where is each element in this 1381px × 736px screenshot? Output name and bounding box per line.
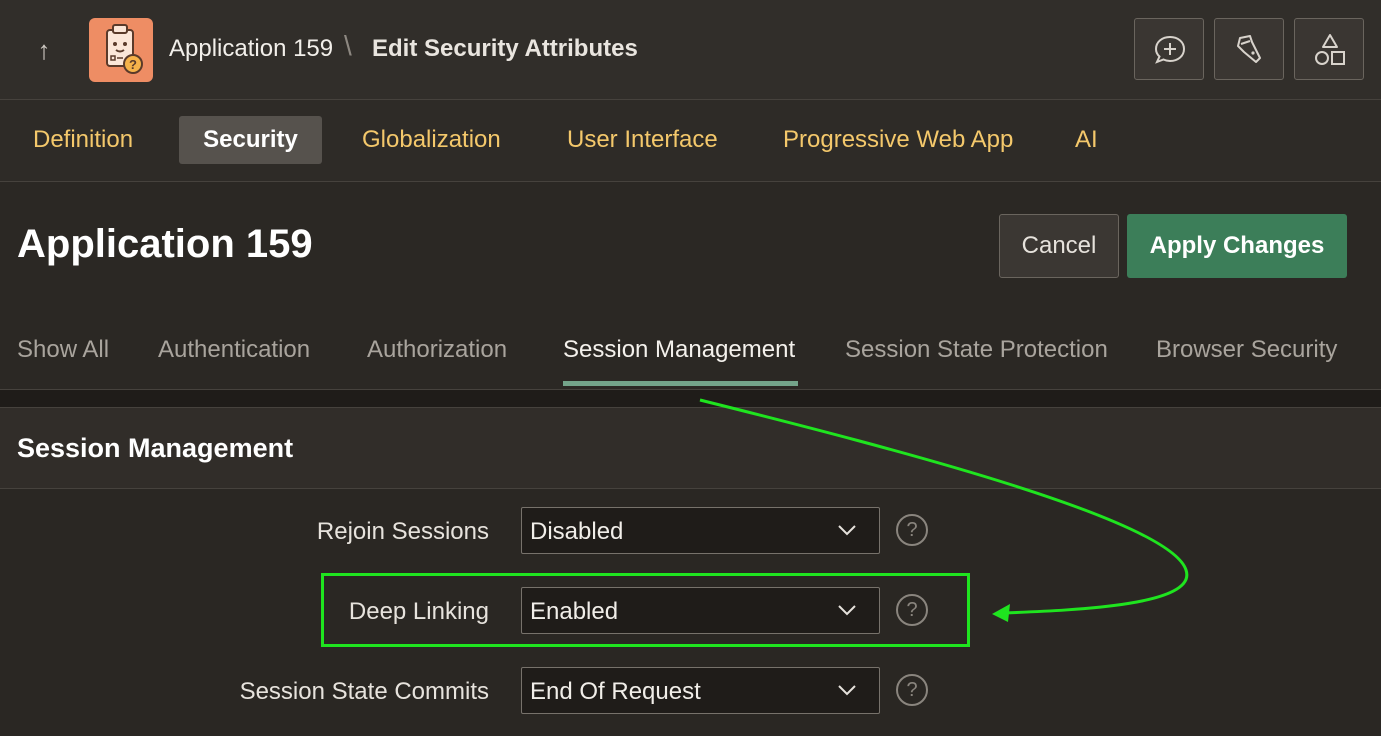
shapes-icon bbox=[1315, 34, 1345, 65]
tab-progressive-web-app[interactable]: Progressive Web App bbox=[759, 116, 1037, 164]
chevron-down-icon bbox=[838, 605, 856, 616]
rejoin-sessions-value: Disabled bbox=[530, 518, 624, 545]
tab-authentication[interactable]: Authentication bbox=[158, 336, 310, 364]
flashlight-icon bbox=[1237, 35, 1261, 63]
tab-ai[interactable]: AI bbox=[1051, 116, 1122, 164]
region-title: Session Management bbox=[17, 433, 294, 463]
rejoin-sessions-label: Rejoin Sessions bbox=[316, 518, 489, 545]
session-state-commits-select[interactable]: End Of Request bbox=[521, 667, 880, 714]
divider bbox=[0, 390, 1381, 407]
region-header: Session Management bbox=[0, 407, 1381, 489]
rejoin-sessions-select[interactable]: Disabled bbox=[521, 507, 880, 554]
apply-changes-button[interactable]: Apply Changes bbox=[1127, 214, 1347, 278]
tab-definition[interactable]: Definition bbox=[9, 116, 157, 164]
shapes-button[interactable] bbox=[1294, 18, 1364, 80]
tab-session-state-protection[interactable]: Session State Protection bbox=[845, 336, 1108, 364]
tab-browser-security[interactable]: Browser Security bbox=[1156, 336, 1337, 364]
help-icon[interactable]: ? bbox=[896, 514, 928, 546]
cancel-button[interactable]: Cancel bbox=[999, 214, 1119, 278]
help-icon[interactable]: ? bbox=[896, 594, 928, 626]
comment-add-icon bbox=[1154, 35, 1186, 64]
deep-linking-value: Enabled bbox=[530, 598, 619, 625]
chevron-down-icon bbox=[838, 525, 856, 536]
top-bar: ↑ ? Application 159 \ Edit Security Attr… bbox=[0, 0, 1381, 100]
breadcrumb-app[interactable]: Application 159 bbox=[169, 35, 333, 63]
attribute-tab-bar: Definition Security Globalization User I… bbox=[0, 100, 1381, 182]
svg-text:?: ? bbox=[129, 57, 137, 72]
section-tab-bar: Show All Authentication Authorization Se… bbox=[0, 314, 1381, 390]
breadcrumb-current-page: Edit Security Attributes bbox=[372, 35, 638, 62]
tab-user-interface[interactable]: User Interface bbox=[543, 116, 742, 164]
flashlight-button[interactable] bbox=[1214, 18, 1284, 80]
active-tab-indicator bbox=[563, 381, 798, 386]
help-icon[interactable]: ? bbox=[896, 674, 928, 706]
tab-session-management[interactable]: Session Management bbox=[563, 336, 795, 364]
tab-globalization[interactable]: Globalization bbox=[338, 116, 525, 164]
page-title: Application 159 bbox=[17, 222, 313, 266]
arrow-up-icon[interactable]: ↑ bbox=[28, 32, 60, 68]
breadcrumb-separator: \ bbox=[344, 30, 352, 61]
session-state-commits-label: Session State Commits bbox=[239, 678, 489, 705]
deep-linking-select[interactable]: Enabled bbox=[521, 587, 880, 634]
deep-linking-label: Deep Linking bbox=[348, 598, 489, 625]
chevron-down-icon bbox=[838, 685, 856, 696]
session-state-commits-value: End Of Request bbox=[530, 678, 701, 705]
tab-authorization[interactable]: Authorization bbox=[367, 336, 507, 364]
tab-show-all[interactable]: Show All bbox=[17, 336, 109, 364]
tab-security[interactable]: Security bbox=[179, 116, 322, 164]
comment-add-button[interactable] bbox=[1134, 18, 1204, 80]
application-icon: ? bbox=[89, 18, 153, 82]
